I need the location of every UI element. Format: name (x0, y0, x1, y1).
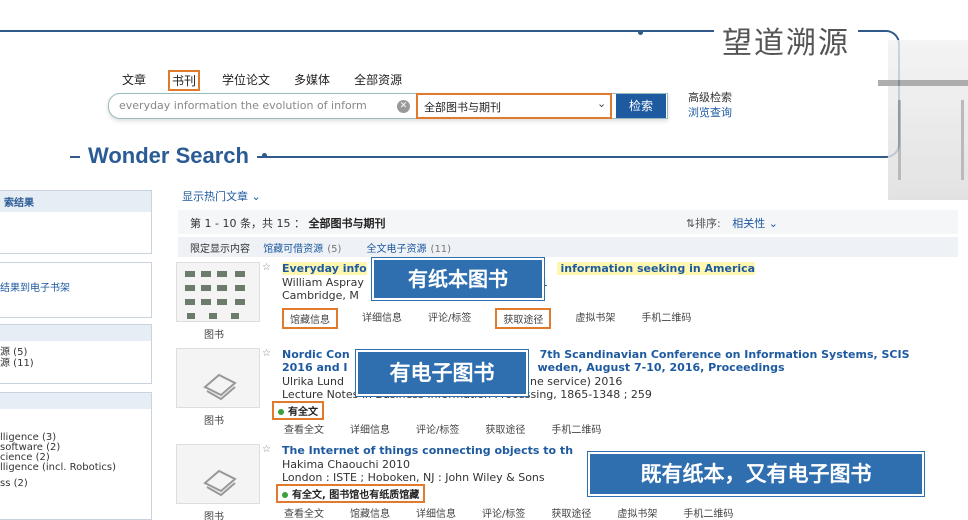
result-actions: 查看全文 详细信息 评论/标签 获取途径 手机二维码 (282, 420, 603, 437)
facet-item[interactable]: ss (2) (0, 479, 151, 489)
advanced-links: 高级检索 浏览查询 (688, 90, 732, 120)
details-button[interactable]: 详细信息 (414, 504, 458, 520)
virtual-shelf-button[interactable]: 虚拟书架 (615, 504, 659, 520)
available-dot-icon (282, 492, 288, 498)
banner-gap (0, 152, 70, 160)
result-item: 图书 ☆ Nordic Con 7th Scandinavian Conferen… (176, 348, 966, 438)
facet-item[interactable]: 源 (5) (0, 347, 151, 358)
sidebar-heading (0, 393, 151, 409)
product-title-dot (262, 153, 267, 158)
decorative-building-image (878, 40, 968, 200)
book-icon (203, 373, 237, 401)
clear-icon[interactable]: ✕ (397, 100, 410, 113)
browse-link[interactable]: 浏览查询 (688, 105, 732, 120)
hot-articles-toggle[interactable]: 显示热门文章 ⌄ (182, 188, 261, 204)
sidebar-box-subjects: lligence (3) software (2) cience (2) lli… (0, 392, 152, 520)
qr-code-button[interactable]: 手机二维码 (639, 308, 693, 329)
result-range: 第 1 - 10 条，共 15 ： (190, 217, 305, 230)
sidebar-box-results: 索结果 (0, 190, 152, 254)
sort-value[interactable]: 相关性 ⌄ (732, 217, 778, 230)
details-button[interactable]: 详细信息 (348, 420, 392, 437)
chevron-down-icon[interactable]: ⌄ (597, 97, 606, 110)
limit-bar: 限定显示内容 馆藏可借资源 (5) 全文电子资源 (11) (178, 237, 958, 257)
holdings-button[interactable]: 馆藏信息 (348, 504, 392, 520)
item-type-label: 图书 (204, 416, 224, 427)
limit-fulltext-link[interactable]: 全文电子资源 (367, 244, 427, 255)
holdings-button[interactable]: 馆藏信息 (282, 308, 338, 329)
product-title: Wonder Search (80, 143, 257, 169)
book-cover-icon (185, 271, 245, 319)
search-bar: ✕ 全部图书与期刊 ⌄ 检索 (108, 93, 668, 119)
item-type-label: 图书 (204, 512, 224, 520)
qr-code-button[interactable]: 手机二维码 (549, 420, 603, 437)
facet-item[interactable]: 源 (11) (0, 358, 151, 369)
scope-select[interactable]: 全部图书与期刊 (416, 93, 612, 119)
result-actions: 馆藏信息 详细信息 评论/标签 获取途径 虚拟书架 手机二维码 (282, 308, 693, 329)
brand-logo: 望道溯源 (714, 18, 858, 62)
result-item: 图书 ☆ Everyday info information seeking i… (176, 262, 966, 342)
view-fulltext-button[interactable]: 查看全文 (282, 420, 326, 437)
item-type-label: 图书 (204, 330, 224, 341)
limit-available-count: (5) (327, 244, 342, 255)
available-dot-icon (278, 409, 284, 415)
sidebar-box-shelf: 结果到电子书架 (0, 262, 152, 318)
get-access-button[interactable]: 获取途径 (495, 308, 552, 329)
brand-dot-left (638, 30, 643, 35)
advanced-search-link[interactable]: 高级检索 (688, 90, 732, 105)
book-icon (203, 469, 237, 497)
star-icon[interactable]: ☆ (262, 262, 271, 273)
callout-ebook: 有电子图书 (356, 350, 528, 396)
get-access-button[interactable]: 获取途径 (483, 420, 527, 437)
limit-label: 限定显示内容 (190, 244, 250, 255)
tab-articles[interactable]: 文章 (120, 70, 148, 91)
book-cover-image[interactable] (176, 444, 260, 504)
book-cover-image[interactable] (176, 348, 260, 408)
review-tag-button[interactable]: 评论/标签 (426, 308, 473, 329)
star-icon[interactable]: ☆ (262, 444, 271, 455)
get-access-button[interactable]: 获取途径 (549, 504, 593, 520)
review-tag-button[interactable]: 评论/标签 (480, 504, 527, 520)
details-button[interactable]: 详细信息 (360, 308, 404, 329)
callout-both: 既有纸本，又有电子图书 (588, 452, 924, 496)
view-fulltext-button[interactable]: 查看全文 (282, 504, 326, 520)
fulltext-and-print-badge: 有全文, 图书馆也有纸质馆藏 (276, 484, 426, 503)
search-input[interactable] (119, 99, 399, 112)
save-to-shelf-link[interactable]: 结果到电子书架 (0, 279, 151, 294)
virtual-shelf-button[interactable]: 虚拟书架 (573, 308, 617, 329)
search-button[interactable]: 检索 (616, 94, 666, 118)
book-cover-image[interactable] (176, 262, 260, 322)
limit-fulltext-count: (11) (430, 244, 452, 255)
result-scope: 全部图书与期刊 (308, 217, 386, 230)
qr-code-button[interactable]: 手机二维码 (681, 504, 735, 520)
results-header: 第 1 - 10 条，共 15 ： 全部图书与期刊 ⇅排序: 相关性 ⌄ (178, 210, 958, 234)
tab-multimedia[interactable]: 多媒体 (292, 70, 332, 91)
tab-all-resources[interactable]: 全部资源 (352, 70, 404, 91)
sort-control[interactable]: ⇅排序: 相关性 ⌄ (686, 215, 778, 231)
sidebar-box-availability: 源 (5) 源 (11) (0, 324, 152, 384)
tab-books-journals[interactable]: 书刊 (168, 70, 201, 91)
callout-paper-book: 有纸本图书 (372, 258, 544, 300)
sort-label: ⇅排序: (685, 217, 721, 230)
sidebar-heading: 索结果 (0, 191, 151, 212)
resource-tabs: 文章 书刊 学位论文 多媒体 全部资源 (120, 70, 404, 91)
limit-available-link[interactable]: 馆藏可借资源 (263, 244, 323, 255)
star-icon[interactable]: ☆ (262, 348, 271, 359)
sidebar-heading (0, 325, 151, 341)
fulltext-badge: 有全文 (272, 401, 324, 420)
review-tag-button[interactable]: 评论/标签 (414, 420, 461, 437)
facet-item[interactable]: lligence (incl. Robotics) (0, 463, 151, 473)
result-actions: 查看全文 馆藏信息 详细信息 评论/标签 获取途径 虚拟书架 手机二维码 (282, 504, 735, 520)
tab-theses[interactable]: 学位论文 (220, 70, 272, 91)
